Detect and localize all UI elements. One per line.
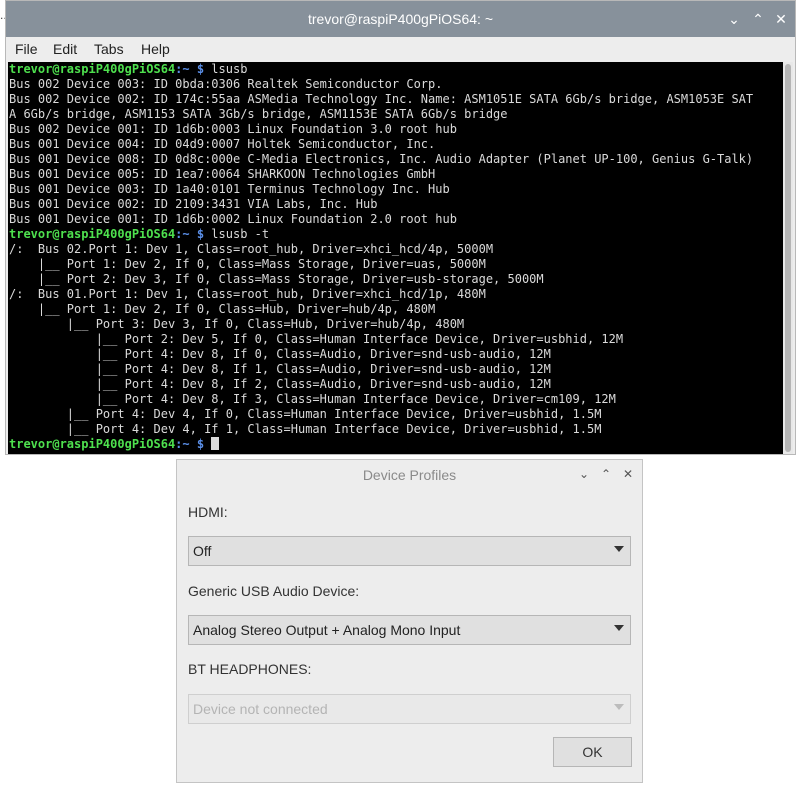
menu-tabs[interactable]: Tabs <box>94 41 124 57</box>
output-line: Bus 001 Device 001: ID 1d6b:0002 Linux F… <box>9 212 457 226</box>
prompt-user: trevor@raspiP400gPiOS64 <box>9 437 176 451</box>
window-title: trevor@raspiP400gPiOS64: ~ <box>307 11 494 27</box>
dialog-title: Device Profiles <box>362 467 457 483</box>
output-line: Bus 001 Device 002: ID 2109:3431 VIA Lab… <box>9 197 378 211</box>
menu-file[interactable]: File <box>15 41 38 57</box>
tree-line: |__ Port 1: Dev 2, If 0, Class=Mass Stor… <box>9 257 486 271</box>
device-profiles-dialog: Device Profiles ⌄ ⌃ ✕ HDMI: Off Generic … <box>176 459 643 783</box>
prompt-line: trevor@raspiP400gPiOS64:~ $ lsusb <box>9 62 783 77</box>
terminal-output[interactable]: trevor@raspiP400gPiOS64:~ $ lsusb Bus 002… <box>8 62 783 454</box>
prompt-line: trevor@raspiP400gPiOS64:~ $ <box>9 437 783 452</box>
minimize-icon[interactable]: ⌄ <box>576 466 592 482</box>
hdmi-label: HDMI: <box>188 504 228 520</box>
usb-audio-label: Generic USB Audio Device: <box>188 583 360 599</box>
bt-headphones-profile-value: Device not connected <box>193 701 328 717</box>
lsusb-output: Bus 002 Device 003: ID 0bda:0306 Realtek… <box>9 77 783 227</box>
close-icon[interactable]: ✕ <box>620 466 636 482</box>
chevron-down-icon <box>614 546 624 552</box>
output-line: A 6Gb/s bridge, ASM1153 SATA 3Gb/s bridg… <box>9 107 508 121</box>
terminal-scrollbar[interactable] <box>783 62 793 454</box>
maximize-icon[interactable]: ⌃ <box>749 10 767 28</box>
prompt-path: :~ $ <box>175 437 205 451</box>
bt-headphones-profile-select: Device not connected <box>188 694 631 724</box>
output-line: Bus 001 Device 003: ID 1a40:0101 Terminu… <box>9 182 450 196</box>
prompt-path: :~ $ <box>175 62 205 76</box>
minimize-icon[interactable]: ⌄ <box>725 10 743 28</box>
tree-line: |__ Port 2: Dev 3, If 0, Class=Mass Stor… <box>9 272 544 286</box>
tree-line: |__ Port 4: Dev 4, If 1, Class=Human Int… <box>9 422 602 436</box>
usb-audio-profile-value: Analog Stereo Output + Analog Mono Input <box>193 622 461 638</box>
maximize-icon[interactable]: ⌃ <box>598 466 614 482</box>
menu-bar: File Edit Tabs Help <box>6 37 795 61</box>
usb-audio-profile-select[interactable]: Analog Stereo Output + Analog Mono Input <box>188 615 631 645</box>
tree-line: |__ Port 4: Dev 8, If 3, Class=Human Int… <box>9 392 616 406</box>
bt-headphones-label: BT HEADPHONES: <box>188 661 312 677</box>
prompt-user: trevor@raspiP400gPiOS64 <box>9 62 176 76</box>
chevron-down-icon <box>614 625 624 631</box>
tree-line: /: Bus 02.Port 1: Dev 1, Class=root_hub,… <box>9 242 494 256</box>
output-line: Bus 002 Device 001: ID 1d6b:0003 Linux F… <box>9 122 457 136</box>
command-text: lsusb -t <box>204 227 270 241</box>
tree-line: |__ Port 4: Dev 8, If 2, Class=Audio, Dr… <box>9 377 551 391</box>
terminal-window: trevor@raspiP400gPiOS64: ~ ⌄ ⌃ ✕ File Ed… <box>5 0 796 455</box>
text-cursor <box>211 437 220 450</box>
ok-button[interactable]: OK <box>553 737 632 767</box>
menu-edit[interactable]: Edit <box>53 41 77 57</box>
close-icon[interactable]: ✕ <box>772 10 790 28</box>
terminal-titlebar[interactable]: trevor@raspiP400gPiOS64: ~ ⌄ ⌃ ✕ <box>6 1 795 37</box>
tree-line: |__ Port 4: Dev 8, If 0, Class=Audio, Dr… <box>9 347 551 361</box>
tree-line: |__ Port 4: Dev 8, If 1, Class=Audio, Dr… <box>9 362 551 376</box>
menu-help[interactable]: Help <box>141 41 170 57</box>
hdmi-profile-value: Off <box>193 543 212 559</box>
output-line: Bus 002 Device 002: ID 174c:55aa ASMedia… <box>9 92 754 106</box>
prompt-path: :~ $ <box>175 227 205 241</box>
output-line: Bus 001 Device 004: ID 04d9:0007 Holtek … <box>9 137 436 151</box>
tree-line: /: Bus 01.Port 1: Dev 1, Class=root_hub,… <box>9 287 486 301</box>
tree-line: |__ Port 3: Dev 3, If 0, Class=Hub, Driv… <box>9 317 465 331</box>
prompt-line: trevor@raspiP400gPiOS64:~ $ lsusb -t <box>9 227 783 242</box>
prompt-user: trevor@raspiP400gPiOS64 <box>9 227 176 241</box>
chevron-down-icon <box>614 704 624 710</box>
output-line: Bus 001 Device 008: ID 0d8c:000e C-Media… <box>9 152 754 166</box>
command-text: lsusb <box>204 62 248 76</box>
hdmi-profile-select[interactable]: Off <box>188 536 631 566</box>
lsusb-tree-output: /: Bus 02.Port 1: Dev 1, Class=root_hub,… <box>9 242 783 437</box>
output-line: Bus 001 Device 005: ID 1ea7:0064 SHARKOO… <box>9 167 436 181</box>
output-line: Bus 002 Device 003: ID 0bda:0306 Realtek… <box>9 77 443 91</box>
scrollbar-thumb[interactable] <box>785 64 791 452</box>
tree-line: |__ Port 1: Dev 2, If 0, Class=Hub, Driv… <box>9 302 436 316</box>
tree-line: |__ Port 4: Dev 4, If 0, Class=Human Int… <box>9 407 602 421</box>
tree-line: |__ Port 2: Dev 5, If 0, Class=Human Int… <box>9 332 624 346</box>
